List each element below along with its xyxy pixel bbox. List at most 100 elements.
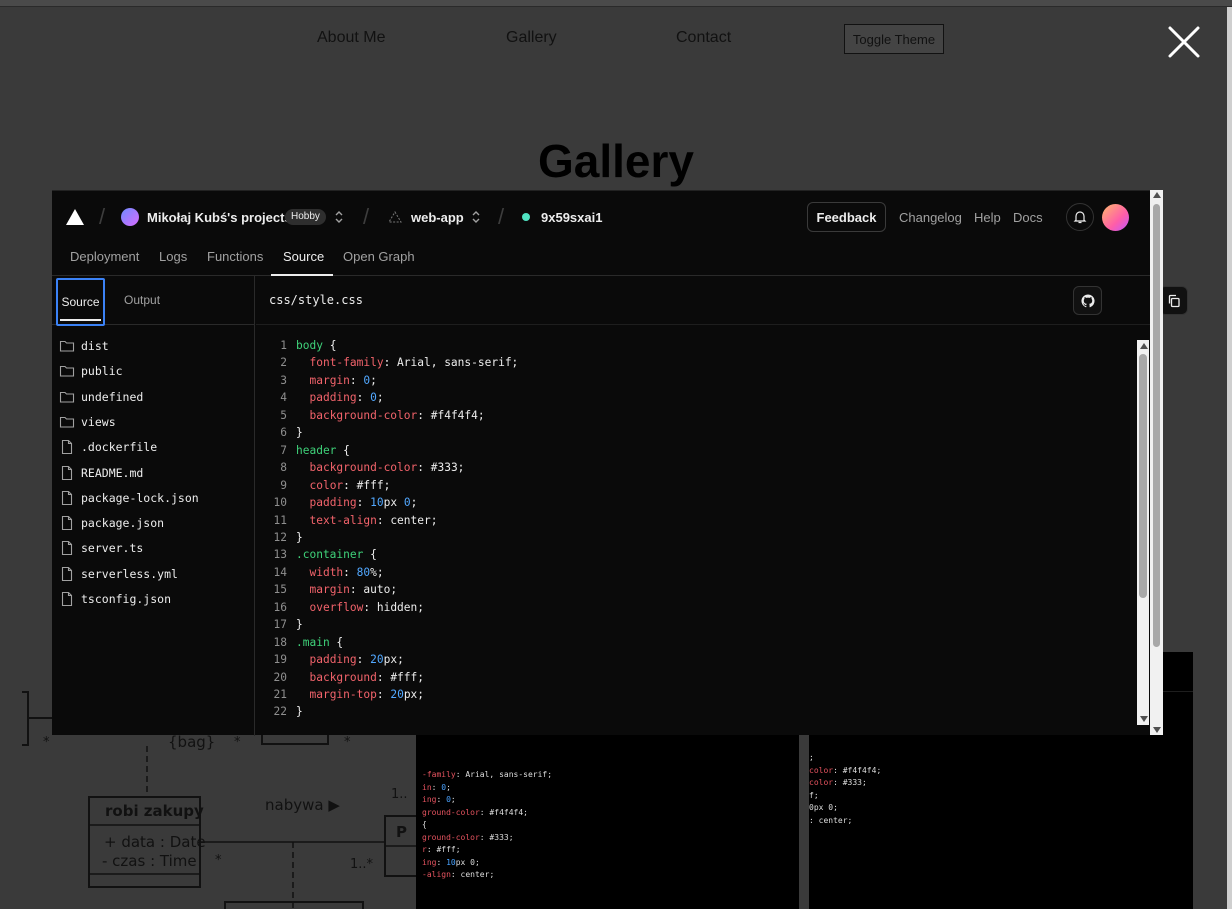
file-item[interactable]: server.ts — [59, 538, 249, 558]
status-dot — [522, 213, 530, 221]
code-scroll-thumb[interactable] — [1139, 354, 1147, 598]
docs-link[interactable]: Docs — [1013, 210, 1043, 225]
folder-icon — [59, 338, 75, 354]
thumb-code-line: ing: 10px 0; — [422, 857, 480, 867]
uml-star-4: * — [215, 853, 222, 868]
modal-scroll-thumb[interactable] — [1153, 204, 1160, 647]
scroll-up-arrow[interactable] — [1140, 343, 1148, 349]
file-item[interactable]: serverless.yml — [59, 564, 249, 584]
user-avatar[interactable] — [1102, 204, 1129, 231]
file-icon — [59, 465, 75, 481]
nav-contact[interactable]: Contact — [676, 29, 731, 47]
file-item[interactable]: tsconfig.json — [59, 589, 249, 609]
line-number: 15 — [273, 583, 287, 597]
folder-item[interactable]: public — [59, 361, 249, 381]
nav-about-me[interactable]: About Me — [317, 29, 385, 47]
thumb-code-line: 0px 0; — [809, 803, 838, 812]
tab-deployment[interactable]: Deployment — [70, 249, 139, 264]
changelog-link[interactable]: Changelog — [899, 210, 962, 225]
line-number: 8 — [280, 461, 287, 475]
chevron-updown-icon[interactable] — [471, 210, 481, 229]
feedback-button[interactable]: Feedback — [807, 202, 886, 232]
folder-item[interactable]: dist — [59, 336, 249, 356]
sidebar-tab-source[interactable]: Source — [56, 278, 105, 326]
line-number: 14 — [273, 565, 287, 579]
help-link[interactable]: Help — [974, 210, 1001, 225]
code-token: } — [296, 705, 303, 719]
bell-icon[interactable] — [1066, 203, 1094, 231]
file-name: undefined — [81, 389, 144, 404]
toggle-theme-button[interactable]: Toggle Theme — [844, 24, 944, 54]
folder-item[interactable]: views — [59, 412, 249, 432]
thumb-code-line: f; — [809, 790, 819, 800]
folder-item[interactable]: undefined — [59, 387, 249, 407]
code-token: } — [296, 426, 303, 440]
file-name: package-lock.json — [81, 490, 199, 505]
folder-icon — [59, 389, 75, 405]
sidebar-tab-output[interactable]: Output — [124, 293, 160, 307]
code-line: 15 margin: auto; — [256, 583, 1126, 601]
gallery-image-code-1[interactable]: -family: Arial, sans-serif; in: 0; ing: 0;… — [416, 735, 799, 909]
line-number: 11 — [273, 513, 287, 527]
file-item[interactable]: README.md — [59, 463, 249, 483]
nav-gallery[interactable]: Gallery — [506, 29, 557, 47]
vercel-logo-icon[interactable] — [66, 209, 84, 230]
thumb-code-line: ground-color: #333; — [422, 832, 514, 842]
code-token: 20 — [370, 653, 384, 667]
uml-star-2: * — [234, 735, 241, 750]
tab-functions[interactable]: Functions — [207, 249, 263, 264]
code-token: : — [356, 496, 371, 510]
line-number: 6 — [280, 426, 287, 440]
file-name: serverless.yml — [81, 566, 178, 581]
line-number: 1 — [280, 339, 287, 352]
tab-open-graph[interactable]: Open Graph — [343, 249, 415, 264]
thumb-code-line: ing: 0; — [422, 795, 456, 804]
uml-box-p: P — [396, 823, 407, 841]
copy-icon[interactable] — [1159, 286, 1188, 315]
file-item[interactable]: .dockerfile — [59, 437, 249, 457]
scroll-up-arrow[interactable] — [1153, 192, 1161, 198]
tab-logs[interactable]: Logs — [159, 249, 187, 264]
file-icon — [59, 490, 75, 506]
scroll-down-arrow[interactable] — [1140, 716, 1148, 722]
code-token: ; — [376, 391, 384, 405]
line-number: 18 — [273, 635, 287, 649]
code-scrollbar[interactable] — [1137, 340, 1149, 725]
project-name[interactable]: web-app — [411, 210, 464, 225]
deployment-id[interactable]: 9x59sxai1 — [541, 210, 602, 225]
code-line: 6} — [256, 426, 1126, 444]
code-token: %; — [370, 565, 384, 579]
code-view[interactable]: 1 body {2 font-family: Arial, sans-serif;… — [256, 339, 1136, 729]
line-number: 10 — [273, 496, 287, 510]
line-number: 19 — [273, 653, 287, 667]
line-number: 4 — [280, 391, 287, 405]
file-item[interactable]: package-lock.json — [59, 488, 249, 508]
uml-attr-czas: - czas : Time — [102, 852, 197, 870]
deployment-tabs: Deployment Logs Functions Source Open Gr… — [52, 243, 1150, 276]
tab-source[interactable]: Source — [283, 249, 324, 264]
thumb-code-line: color: #f4f4f4; — [809, 765, 882, 775]
site-nav: About Me Gallery Contact — [0, 27, 1232, 57]
line-number: 16 — [273, 600, 287, 614]
code-token: body — [296, 339, 323, 352]
code-line: 19 padding: 20px; — [256, 653, 1126, 671]
team-avatar — [121, 208, 139, 226]
code-line: 11 text-align: center; — [256, 514, 1126, 532]
close-icon[interactable] — [1166, 24, 1202, 60]
modal-scrollbar[interactable] — [1150, 190, 1163, 735]
thumb-code-line: : center; — [809, 815, 853, 825]
scroll-down-arrow[interactable] — [1153, 727, 1161, 733]
line-number: 12 — [273, 530, 287, 544]
page-scrollbar[interactable] — [1227, 7, 1232, 909]
file-item[interactable]: package.json — [59, 513, 249, 533]
team-name[interactable]: Mikołaj Kubś's projects — [147, 210, 292, 225]
github-icon[interactable] — [1073, 286, 1102, 315]
line-number: 20 — [273, 670, 287, 684]
code-token: background-color — [309, 461, 418, 475]
code-line: 22} — [256, 705, 1126, 723]
chevron-updown-icon[interactable] — [334, 210, 344, 229]
